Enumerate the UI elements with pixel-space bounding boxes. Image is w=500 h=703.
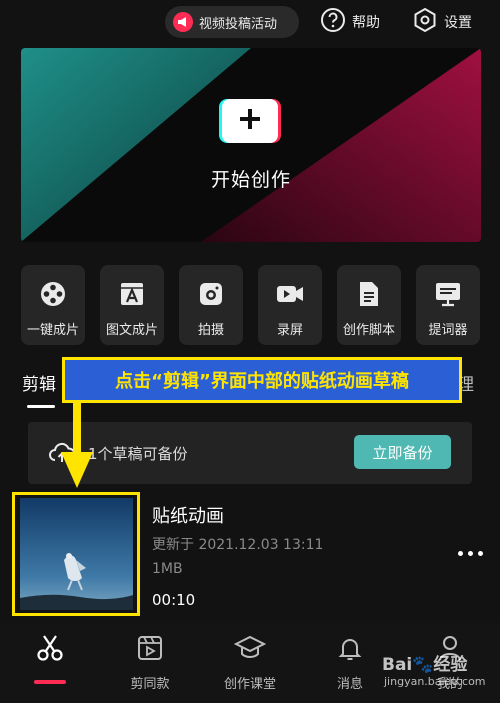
teleprompter-icon bbox=[433, 279, 463, 309]
annotation-arrow-shaft bbox=[73, 403, 81, 455]
nav-label: 剪同款 bbox=[130, 677, 170, 692]
baidu-watermark-url: jingyan.baidu.com bbox=[384, 675, 486, 688]
hero-background bbox=[21, 48, 481, 242]
nav-label: 消息 bbox=[336, 677, 363, 692]
draft-file-size: 1MB bbox=[152, 561, 183, 577]
tool-label: 拍摄 bbox=[197, 323, 224, 338]
tool-text-to-video[interactable]: 图文成片 bbox=[100, 265, 164, 345]
tool-creation-script[interactable]: 创作脚本 bbox=[337, 265, 401, 345]
nav-templates[interactable]: 剪同款 bbox=[110, 633, 190, 692]
nav-label: 创作课堂 bbox=[223, 677, 276, 692]
tool-label: 提词器 bbox=[428, 323, 468, 338]
more-dot bbox=[458, 550, 463, 556]
screen-record-icon bbox=[275, 279, 305, 309]
draft-duration: 00:10 bbox=[152, 591, 196, 609]
top-bar: 视频投稿活动 帮助 设置 bbox=[0, 6, 500, 40]
help-label: 帮助 bbox=[352, 15, 380, 31]
tool-label: 图文成片 bbox=[105, 323, 158, 338]
draft-title[interactable]: 贴纸动画 bbox=[152, 502, 224, 528]
tool-label: 一键成片 bbox=[26, 323, 79, 338]
tool-teleprompter[interactable]: 提词器 bbox=[416, 265, 480, 345]
tool-label: 录屏 bbox=[276, 323, 303, 338]
nav-active-indicator bbox=[34, 680, 66, 684]
script-doc-icon bbox=[354, 279, 384, 309]
start-creating-label: 开始创作 bbox=[210, 169, 291, 191]
baidu-watermark: Bai🐾经验 bbox=[382, 655, 468, 675]
add-project-button[interactable] bbox=[222, 99, 278, 143]
annotation-callout: 点击“剪辑”界面中部的贴纸动画草稿 bbox=[62, 357, 462, 403]
draft-updated-time: 更新于 2021.12.03 13:11 bbox=[152, 537, 324, 553]
nav-edit[interactable] bbox=[10, 633, 90, 673]
backup-now-button[interactable]: 立即备份 bbox=[354, 435, 451, 469]
plus-icon bbox=[238, 107, 262, 135]
more-dot bbox=[468, 550, 473, 556]
draft-thumbnail[interactable] bbox=[20, 498, 133, 610]
graduation-cap-icon bbox=[233, 633, 267, 667]
tool-label: 创作脚本 bbox=[342, 323, 395, 338]
template-play-icon bbox=[135, 633, 165, 667]
tool-shoot[interactable]: 拍摄 bbox=[179, 265, 243, 345]
tab-edit[interactable]: 剪辑 bbox=[22, 370, 56, 395]
nav-messages[interactable]: 消息 bbox=[310, 633, 390, 692]
scissors-icon bbox=[35, 633, 65, 667]
camera-icon bbox=[196, 279, 226, 309]
active-tab-indicator bbox=[27, 405, 55, 408]
video-submission-event-button[interactable]: 视频投稿活动 bbox=[165, 6, 299, 38]
promo-label: 视频投稿活动 bbox=[199, 16, 278, 32]
text-card-icon bbox=[117, 279, 147, 309]
backup-count-text: 1个草稿可备份 bbox=[88, 445, 188, 463]
start-creating-card[interactable]: 开始创作 bbox=[21, 48, 481, 242]
backup-banner: 1个草稿可备份 立即备份 bbox=[28, 422, 472, 484]
megaphone-icon bbox=[173, 12, 193, 32]
settings-button[interactable]: 设置 bbox=[412, 6, 472, 38]
tool-one-click-video[interactable]: 一键成片 bbox=[21, 265, 85, 345]
gear-icon bbox=[412, 7, 438, 37]
help-icon bbox=[320, 7, 346, 37]
bell-icon bbox=[335, 633, 365, 667]
nav-classroom[interactable]: 创作课堂 bbox=[210, 633, 290, 692]
settings-label: 设置 bbox=[444, 15, 472, 31]
film-reel-icon bbox=[38, 279, 68, 309]
help-button[interactable]: 帮助 bbox=[320, 6, 380, 38]
tool-row: 一键成片 图文成片 拍摄 录屏 创作脚本 提词器 bbox=[21, 265, 481, 345]
draft-more-options-button[interactable] bbox=[458, 545, 488, 561]
annotation-arrow-head bbox=[61, 452, 93, 488]
more-dot bbox=[478, 550, 483, 556]
tool-screen-record[interactable]: 录屏 bbox=[258, 265, 322, 345]
